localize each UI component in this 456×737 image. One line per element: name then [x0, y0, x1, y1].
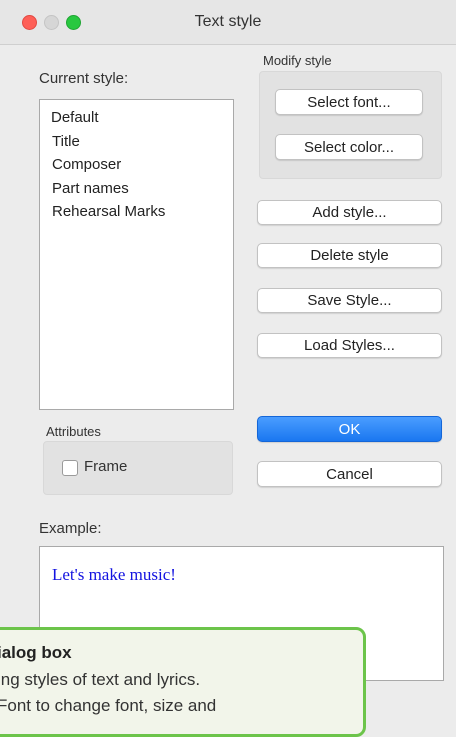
save-style-button[interactable]: Save Style...	[257, 288, 442, 313]
add-style-button[interactable]: Add style...	[257, 200, 442, 225]
style-item-part-names[interactable]: Part names	[40, 177, 233, 201]
title-bar: Text style	[0, 0, 456, 45]
style-item-title[interactable]: Title	[40, 130, 233, 154]
attributes-label: Attributes	[46, 424, 101, 439]
style-item-composer[interactable]: Composer	[40, 153, 233, 177]
current-style-label: Current style:	[39, 70, 129, 87]
delete-style-button[interactable]: Delete style	[257, 243, 442, 268]
example-label: Example:	[39, 520, 102, 537]
help-callout: ialog box ing styles of text and lyrics.…	[0, 627, 366, 737]
style-item-default[interactable]: Default	[40, 106, 233, 130]
cancel-button[interactable]: Cancel	[257, 461, 442, 487]
modify-style-group	[259, 71, 442, 179]
callout-title: ialog box	[0, 643, 72, 662]
example-text: Let's make music!	[52, 565, 176, 584]
callout-text-line-2: Font to change font, size and	[0, 696, 217, 715]
select-font-button[interactable]: Select font...	[275, 89, 423, 115]
select-color-button[interactable]: Select color...	[275, 134, 423, 160]
ok-button[interactable]: OK	[257, 416, 442, 442]
frame-checkbox-label[interactable]: Frame	[84, 458, 127, 475]
window-title: Text style	[194, 13, 262, 30]
load-styles-button[interactable]: Load Styles...	[257, 333, 442, 358]
modify-style-label: Modify style	[263, 53, 332, 68]
callout-text-line-1: ing styles of text and lyrics.	[0, 670, 201, 689]
style-item-rehearsal-marks[interactable]: Rehearsal Marks	[40, 200, 233, 224]
frame-checkbox[interactable]	[62, 460, 78, 476]
style-list[interactable]: Default Title Composer Part names Rehear…	[39, 99, 234, 410]
